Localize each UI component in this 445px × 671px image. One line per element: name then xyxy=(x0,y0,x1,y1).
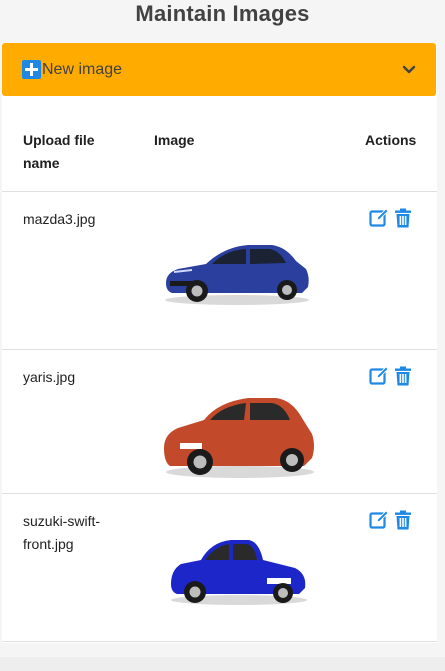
trash-icon[interactable] xyxy=(393,366,413,386)
page-footer xyxy=(0,657,445,671)
maintain-images-page: Maintain Images New image Upload file na… xyxy=(0,0,445,671)
table-row: mazda3.jpg xyxy=(2,192,437,350)
edit-icon[interactable] xyxy=(369,366,389,386)
row-actions xyxy=(369,208,413,228)
table-row: suzuki-swift-front.jpg xyxy=(2,494,437,642)
column-header-file: Upload file name xyxy=(23,132,95,171)
trash-icon[interactable] xyxy=(393,510,413,530)
column-header-actions: Actions xyxy=(365,132,417,148)
column-header-image: Image xyxy=(154,132,195,148)
table-row: yaris.jpg xyxy=(2,350,437,494)
edit-icon[interactable] xyxy=(369,510,389,530)
file-name-cell: yaris.jpg xyxy=(23,369,76,385)
trash-icon[interactable] xyxy=(393,208,413,228)
file-name-cell: mazda3.jpg xyxy=(23,211,96,227)
car-image-thumbnail xyxy=(171,540,307,605)
page-title: Maintain Images xyxy=(135,1,310,26)
file-name-cell: suzuki-swift-front.jpg xyxy=(23,513,101,552)
edit-icon[interactable] xyxy=(369,208,389,228)
row-actions xyxy=(369,510,413,530)
car-image-thumbnail xyxy=(164,398,314,478)
chevron-down-icon[interactable] xyxy=(402,63,416,77)
images-card: New image Upload file name Image Actions… xyxy=(2,43,437,643)
plus-square-icon xyxy=(22,60,41,79)
new-image-panel-header[interactable]: New image xyxy=(2,43,436,96)
car-image-thumbnail xyxy=(165,245,309,305)
row-actions xyxy=(369,366,413,386)
new-image-label: New image xyxy=(42,61,123,78)
table-header: Upload file name Image Actions xyxy=(2,96,437,192)
